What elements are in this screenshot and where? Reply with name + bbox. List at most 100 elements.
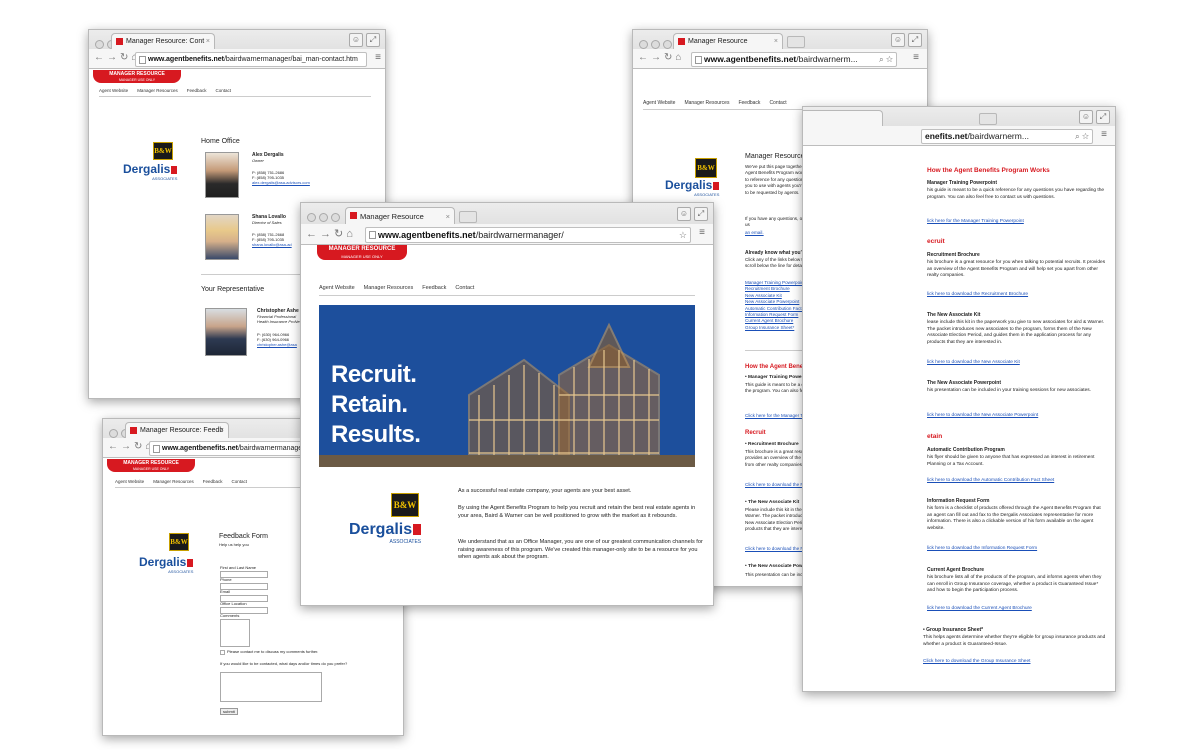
search-icon[interactable]: ⌕ ☆ bbox=[879, 53, 893, 66]
browser-tab[interactable]: Manager Resource: Cont × bbox=[111, 33, 215, 49]
profile-icon[interactable]: ☺ bbox=[349, 33, 363, 47]
nav-contact[interactable]: Contact bbox=[215, 88, 231, 93]
profile-icon[interactable]: ☺ bbox=[891, 33, 905, 47]
nav-contact[interactable]: Contact bbox=[769, 100, 786, 106]
url-host: www.agentbenefits.net bbox=[162, 445, 238, 452]
menu-icon[interactable]: ≡ bbox=[699, 227, 705, 238]
contact-checkbox[interactable] bbox=[220, 650, 225, 655]
favicon-icon bbox=[116, 38, 123, 45]
nav-buttons[interactable]: ←→↻⌂ bbox=[108, 441, 154, 452]
menu-icon[interactable]: ≡ bbox=[375, 52, 381, 63]
rep-title: Health Insurance ProNet bbox=[257, 319, 301, 324]
gis-text: This helps agents determine whether they… bbox=[923, 635, 1106, 647]
bookmark-icon[interactable]: ☆ bbox=[679, 228, 687, 242]
url-host: www.agentbenefits.net bbox=[148, 56, 224, 63]
tab-title: Manager Resource bbox=[688, 38, 748, 45]
favicon-icon bbox=[678, 38, 685, 45]
bw-logo: B&W bbox=[153, 142, 173, 160]
person-email[interactable]: alex.dergalis@asa-advisors.com bbox=[252, 180, 310, 185]
page-icon bbox=[139, 56, 146, 64]
irf-link[interactable]: lick here to download the Information Re… bbox=[927, 546, 1037, 551]
close-tab-icon[interactable]: × bbox=[446, 208, 450, 224]
nav-agent-website[interactable]: Agent Website bbox=[99, 88, 128, 93]
nav-agent-website[interactable]: Agent Website bbox=[319, 285, 355, 291]
nav-manager-resources[interactable]: Manager Resources bbox=[137, 88, 178, 93]
person-email[interactable]: shana.lovallo@asa-ad bbox=[252, 242, 292, 247]
menu-icon[interactable]: ≡ bbox=[1101, 129, 1107, 140]
address-bar[interactable]: www.agentbenefits.net/bairdwarnermanager… bbox=[135, 52, 367, 67]
address-bar[interactable]: www.agentbenefits.net/bairdwarnerm... ⌕ ☆ bbox=[691, 52, 897, 67]
bw-logo: B&W bbox=[391, 493, 419, 517]
nav-manager-resources[interactable]: Manager Resources bbox=[684, 100, 729, 106]
nav-buttons[interactable]: ←→↻⌂ bbox=[306, 227, 356, 240]
nav-agent-website[interactable]: Agent Website bbox=[643, 100, 675, 106]
browser-tab[interactable]: Manager Resource × bbox=[345, 207, 455, 224]
nav-buttons[interactable]: ←→↻⌂ bbox=[94, 52, 140, 63]
profile-icon[interactable]: ☺ bbox=[1079, 110, 1093, 124]
irf-title: Information Request Form bbox=[927, 498, 990, 504]
fullscreen-icon[interactable]: ⤢ bbox=[366, 33, 380, 47]
nav-agent-website[interactable]: Agent Website bbox=[115, 479, 144, 484]
new-tab-button[interactable] bbox=[787, 36, 805, 48]
acp-text: his flyer should be given to anyone that… bbox=[927, 455, 1095, 467]
nav-feedback[interactable]: Feedback bbox=[187, 88, 207, 93]
gis-title: • Group Insurance Sheet* bbox=[923, 627, 984, 633]
fullscreen-icon[interactable]: ⤢ bbox=[1096, 110, 1110, 124]
ribbon-sub: MANAGER USE ONLY bbox=[132, 467, 170, 471]
feedback-form-title: Feedback Form bbox=[219, 533, 269, 540]
nav-feedback[interactable]: Feedback bbox=[203, 479, 223, 484]
tab-title: Manager Resource: Feedb bbox=[140, 427, 224, 434]
close-tab-icon[interactable]: × bbox=[774, 34, 778, 49]
browser-tab[interactable] bbox=[803, 110, 883, 126]
nav-contact[interactable]: Contact bbox=[455, 285, 474, 291]
mtp-link[interactable]: lick here for the Manager Training Power… bbox=[927, 219, 1024, 224]
close-tab-icon[interactable]: × bbox=[220, 423, 224, 438]
search-icon[interactable]: ⌕ ☆ bbox=[1075, 130, 1089, 143]
browser-tab[interactable]: Manager Resource: Feedb × bbox=[125, 422, 229, 438]
fullscreen-icon[interactable]: ⤢ bbox=[694, 207, 708, 221]
menu-icon[interactable]: ≡ bbox=[913, 52, 919, 63]
rb-link[interactable]: lick here to download the Recruitment Br… bbox=[927, 292, 1028, 297]
nav-feedback[interactable]: Feedback bbox=[738, 100, 760, 106]
gis-link[interactable]: Click here to download the Group Insuran… bbox=[923, 659, 1030, 664]
nav-contact[interactable]: Contact bbox=[231, 479, 247, 484]
rep-email[interactable]: christopher.ashe@asa bbox=[257, 342, 297, 347]
mtp-title: Manager Training Powerpoint bbox=[927, 180, 998, 186]
nak-link[interactable]: lick here to download the New Associate … bbox=[927, 360, 1020, 365]
close-tab-icon[interactable]: × bbox=[206, 34, 210, 49]
logo-name: Dergalis bbox=[139, 555, 187, 569]
nav-feedback[interactable]: Feedback bbox=[422, 285, 446, 291]
email-link[interactable]: an email. bbox=[745, 230, 764, 235]
nap-link[interactable]: lick here to download the New Associate … bbox=[927, 413, 1038, 418]
new-tab-button[interactable] bbox=[459, 211, 477, 223]
comments-field[interactable] bbox=[220, 619, 250, 647]
your-rep-heading: Your Representative bbox=[201, 286, 265, 293]
address-bar[interactable]: enefits.net/bairdwarnerm... ⌕ ☆ bbox=[921, 129, 1093, 144]
browser-window-details: ☺ ⤢ enefits.net/bairdwarnerm... ⌕ ☆ ≡ How … bbox=[802, 106, 1116, 692]
browser-tab[interactable]: Manager Resource × bbox=[673, 33, 783, 49]
avatar bbox=[205, 214, 239, 260]
submit-button[interactable]: submit bbox=[220, 708, 238, 715]
url-host: www.agentbenefits.net bbox=[378, 230, 476, 240]
ribbon-sub: MANAGER USE ONLY bbox=[118, 78, 156, 82]
nav-manager-resources[interactable]: Manager Resources bbox=[364, 285, 414, 291]
browser-chrome: ☺ ⤢ enefits.net/bairdwarnerm... ⌕ ☆ ≡ bbox=[803, 107, 1115, 146]
acp-link[interactable]: lick here to download the Automatic Cont… bbox=[927, 478, 1054, 483]
ribbon-sub: MANAGER USE ONLY bbox=[341, 254, 383, 259]
fullscreen-icon[interactable]: ⤢ bbox=[908, 33, 922, 47]
address-bar[interactable]: www.agentbenefits.net/bairdwarnermanager… bbox=[365, 227, 691, 243]
irf-text: his form is a checklist of products offe… bbox=[927, 506, 1101, 531]
cab-link[interactable]: lick here to download the Current Agent … bbox=[927, 606, 1032, 611]
nav-manager-resources[interactable]: Manager Resources bbox=[153, 479, 194, 484]
nav-buttons[interactable]: ←→↻⌂ bbox=[638, 52, 684, 63]
dergalis-logo: Dergalis ASSOCIATES bbox=[665, 178, 720, 197]
logo-name: Dergalis bbox=[349, 521, 413, 538]
home-office-heading: Home Office bbox=[201, 138, 240, 145]
prefer-field[interactable] bbox=[220, 672, 322, 702]
page-title: Manager Resources bbox=[745, 153, 809, 160]
profile-icon[interactable]: ☺ bbox=[677, 207, 691, 221]
person-title: Director of Sales bbox=[252, 220, 282, 225]
new-tab-button[interactable] bbox=[979, 113, 997, 125]
cab-text: his brochure lists all of the products o… bbox=[927, 575, 1102, 593]
url-path: /bairdwarnermanager/ bbox=[475, 230, 564, 240]
